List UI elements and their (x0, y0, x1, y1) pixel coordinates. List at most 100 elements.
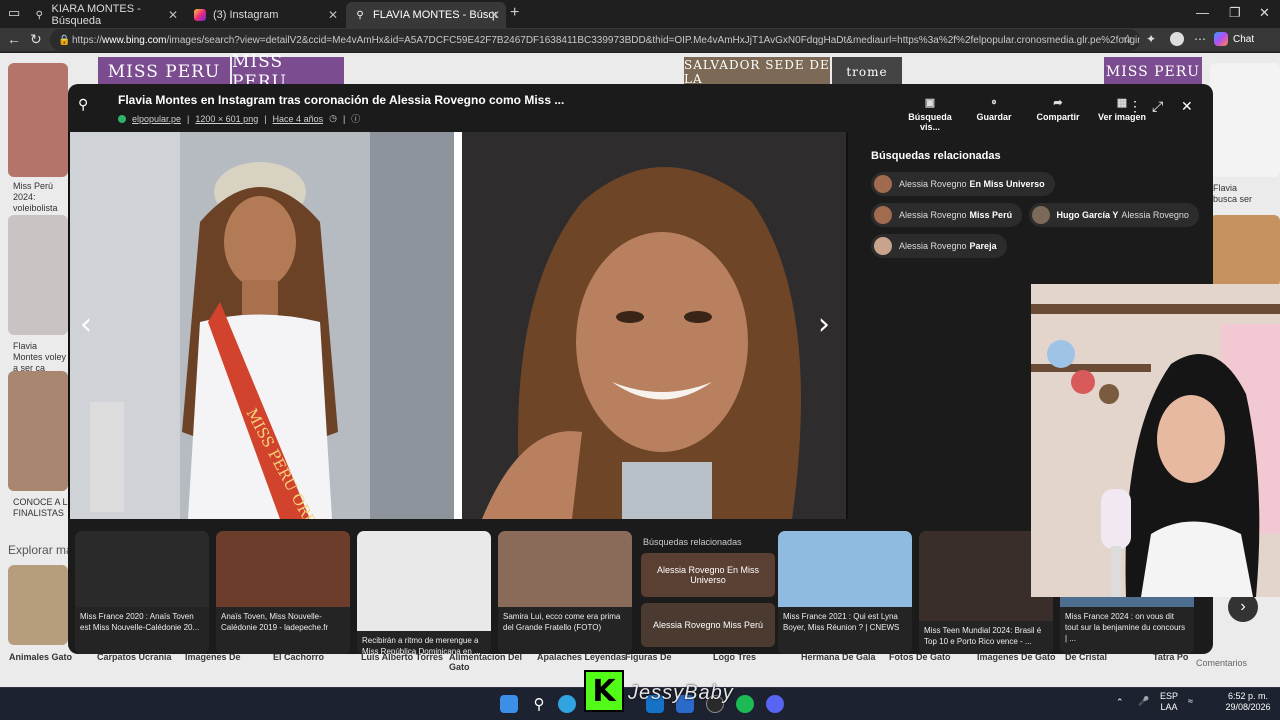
url-field[interactable]: 🔒 https://www.bing.com/images/search?vie… (50, 29, 1140, 51)
close-icon[interactable]: ✕ (1181, 98, 1193, 115)
comments-link[interactable]: Comentarios (1196, 658, 1247, 668)
wifi-icon[interactable]: ≈ (1188, 696, 1193, 707)
webcam-overlay (1031, 284, 1280, 597)
search-icon[interactable]: ⚲ (78, 96, 100, 118)
chip-text: Alessia Rovegno (1121, 210, 1189, 220)
image-viewer[interactable]: MISS PERU ORBE ‹ › (68, 132, 848, 519)
microphone-icon[interactable]: 🎤 (1138, 696, 1149, 707)
age-link[interactable]: Hace 4 años (273, 114, 324, 124)
url-path: /images/search?view=detailV2&ccid=Me4vAm… (166, 34, 1140, 46)
card-caption: Anaïs Toven, Miss Nouvelle-Calédonie 201… (221, 612, 329, 632)
bg-caption[interactable]: CONOCE A L FINALISTAS (13, 497, 69, 519)
close-icon[interactable]: ✕ (490, 8, 500, 22)
bg-caption[interactable]: Flavia Montes voley a ser ca (13, 341, 69, 374)
favorites-icon[interactable]: ✦ (1146, 32, 1156, 46)
favorite-star-icon[interactable]: ☆ (1122, 32, 1133, 46)
more-menu-icon[interactable]: ⋯ (1194, 32, 1206, 46)
window-close-icon[interactable]: ✕ (1259, 5, 1270, 21)
bg-image[interactable] (1210, 215, 1280, 287)
copilot-chat-button[interactable]: Chat (1214, 32, 1254, 46)
explore-label[interactable]: Animales Gato (9, 652, 72, 662)
save-button[interactable]: ⚬ Guardar (962, 96, 1026, 132)
profile-avatar[interactable] (1170, 32, 1184, 46)
refresh-icon[interactable]: ↻ (30, 31, 42, 48)
clock[interactable]: 6:52 p. m. 29/08/2026 (1222, 691, 1274, 713)
language-indicator[interactable]: ESP LAA (1158, 691, 1180, 713)
info-icon[interactable]: ⓘ (351, 112, 360, 125)
back-arrow-icon[interactable]: ← (7, 31, 21, 47)
action-label: Guardar (976, 112, 1012, 122)
chip-bold: En Miss Universo (969, 179, 1045, 189)
dimensions-link[interactable]: 1200 × 601 png (195, 114, 258, 124)
view-image-button[interactable]: ▦ Ver imagen (1090, 96, 1154, 132)
close-icon[interactable]: ✕ (168, 8, 178, 22)
source-link[interactable]: elpopular.pe (132, 114, 181, 124)
bg-banner: MISS PERU (1104, 57, 1202, 87)
save-icon: ⚬ (989, 97, 999, 109)
related-searches-card: Búsquedas relacionadas Alessia Rovegno E… (641, 531, 775, 654)
bg-banner: trome (832, 57, 902, 87)
chat-label: Chat (1233, 33, 1255, 45)
minimize-icon[interactable]: — (1196, 5, 1209, 20)
tab-flavia-images[interactable]: ⚲ FLAVIA MONTES - Búsqueda Imág ✕ (346, 2, 506, 28)
similar-image-card[interactable]: Samira Lui, ecco come era prima del Gran… (498, 531, 632, 654)
webcam-illustration (1031, 284, 1280, 597)
avatar (874, 237, 892, 255)
avatar (1031, 206, 1050, 224)
tab-instagram[interactable]: (3) Instagram ✕ (186, 2, 344, 28)
more-options-icon[interactable]: ⋮ (1128, 98, 1142, 115)
modal-actions: ▣ Búsqueda vis... ⚬ Guardar ➦ Compartir … (898, 96, 1154, 132)
bg-image[interactable] (1210, 63, 1280, 177)
visual-search-button[interactable]: ▣ Búsqueda vis... (898, 96, 962, 132)
tab-label: FLAVIA MONTES - Búsqueda Imág (373, 9, 497, 21)
bing-search-icon: ⚲ (35, 9, 43, 21)
action-label: Compartir (1036, 112, 1080, 122)
maximize-icon[interactable]: ❐ (1229, 5, 1241, 21)
related-chip[interactable]: Hugo García Y Alessia Rovegno (1028, 203, 1199, 227)
chip-text: Alessia Rovegno (899, 179, 967, 189)
bg-image[interactable] (8, 63, 68, 177)
visual-search-icon: ▣ (924, 97, 936, 109)
url-prefix: https:// (72, 34, 103, 46)
share-button[interactable]: ➦ Compartir (1026, 96, 1090, 132)
bg-image[interactable] (8, 215, 68, 335)
avatar (874, 206, 892, 224)
card-thumbnail (357, 531, 491, 631)
next-image-arrow[interactable]: › (818, 307, 830, 342)
bg-image[interactable] (8, 565, 68, 645)
bg-caption[interactable]: Flavia busca ser (1213, 183, 1258, 205)
spotify-icon[interactable] (736, 695, 754, 713)
related-chip[interactable]: Alessia Rovegno En Miss Universo (871, 172, 1055, 196)
image-title[interactable]: Flavia Montes en Instagram tras coronaci… (118, 93, 564, 107)
card-caption: Miss France 2021 : Qui est Lyna Boyer, M… (783, 612, 900, 632)
discord-icon[interactable] (766, 695, 784, 713)
photo-divider (454, 132, 462, 519)
bg-banner: MISS PERU (232, 53, 344, 92)
tab-kiara-search[interactable]: ⚲ KIARA MONTES - Búsqueda ✕ (26, 2, 184, 28)
bg-image[interactable] (8, 371, 68, 491)
search-icon[interactable]: ⚲ (530, 695, 548, 713)
related-card-heading: Búsquedas relacionadas (643, 537, 742, 547)
edge-browser-icon[interactable] (558, 695, 576, 713)
related-card-item[interactable]: Alessia Rovegno Miss Perú (641, 603, 775, 647)
similar-image-card[interactable]: Anaïs Toven, Miss Nouvelle-Calédonie 201… (216, 531, 350, 654)
avatar (874, 175, 892, 193)
related-chip[interactable]: Alessia Rovegno Miss Perú (871, 203, 1023, 227)
related-chip[interactable]: Alessia Rovegno Pareja (871, 234, 1007, 258)
image-meta: elpopular.pe | 1200 × 601 png | Hace 4 a… (118, 112, 360, 125)
expand-icon[interactable]: ⤢ (1152, 98, 1163, 115)
windows-start-icon[interactable] (500, 695, 518, 713)
explore-label[interactable]: Alimentacion Del Gato (449, 652, 529, 672)
clock-time: 6:52 p. m. (1227, 691, 1269, 701)
separator: | (342, 113, 346, 124)
tray-chevron-icon[interactable]: ⌃ (1116, 697, 1124, 708)
similar-image-card[interactable]: Miss France 2020 : Anaïs Toven est Miss … (75, 531, 209, 654)
similar-image-card[interactable]: Recibirán a ritmo de merengue a Miss Rep… (357, 531, 491, 654)
new-tab-icon[interactable]: + (510, 4, 519, 22)
related-card-item[interactable]: Alessia Rovegno En Miss Universo (641, 553, 775, 597)
similar-image-card[interactable]: Miss France 2021 : Qui est Lyna Boyer, M… (778, 531, 912, 654)
tab-actions-icon[interactable]: ▭ (8, 5, 20, 21)
prev-image-arrow[interactable]: ‹ (80, 307, 92, 342)
close-icon[interactable]: ✕ (328, 8, 338, 22)
chip-text: Alessia Rovegno (899, 210, 967, 220)
